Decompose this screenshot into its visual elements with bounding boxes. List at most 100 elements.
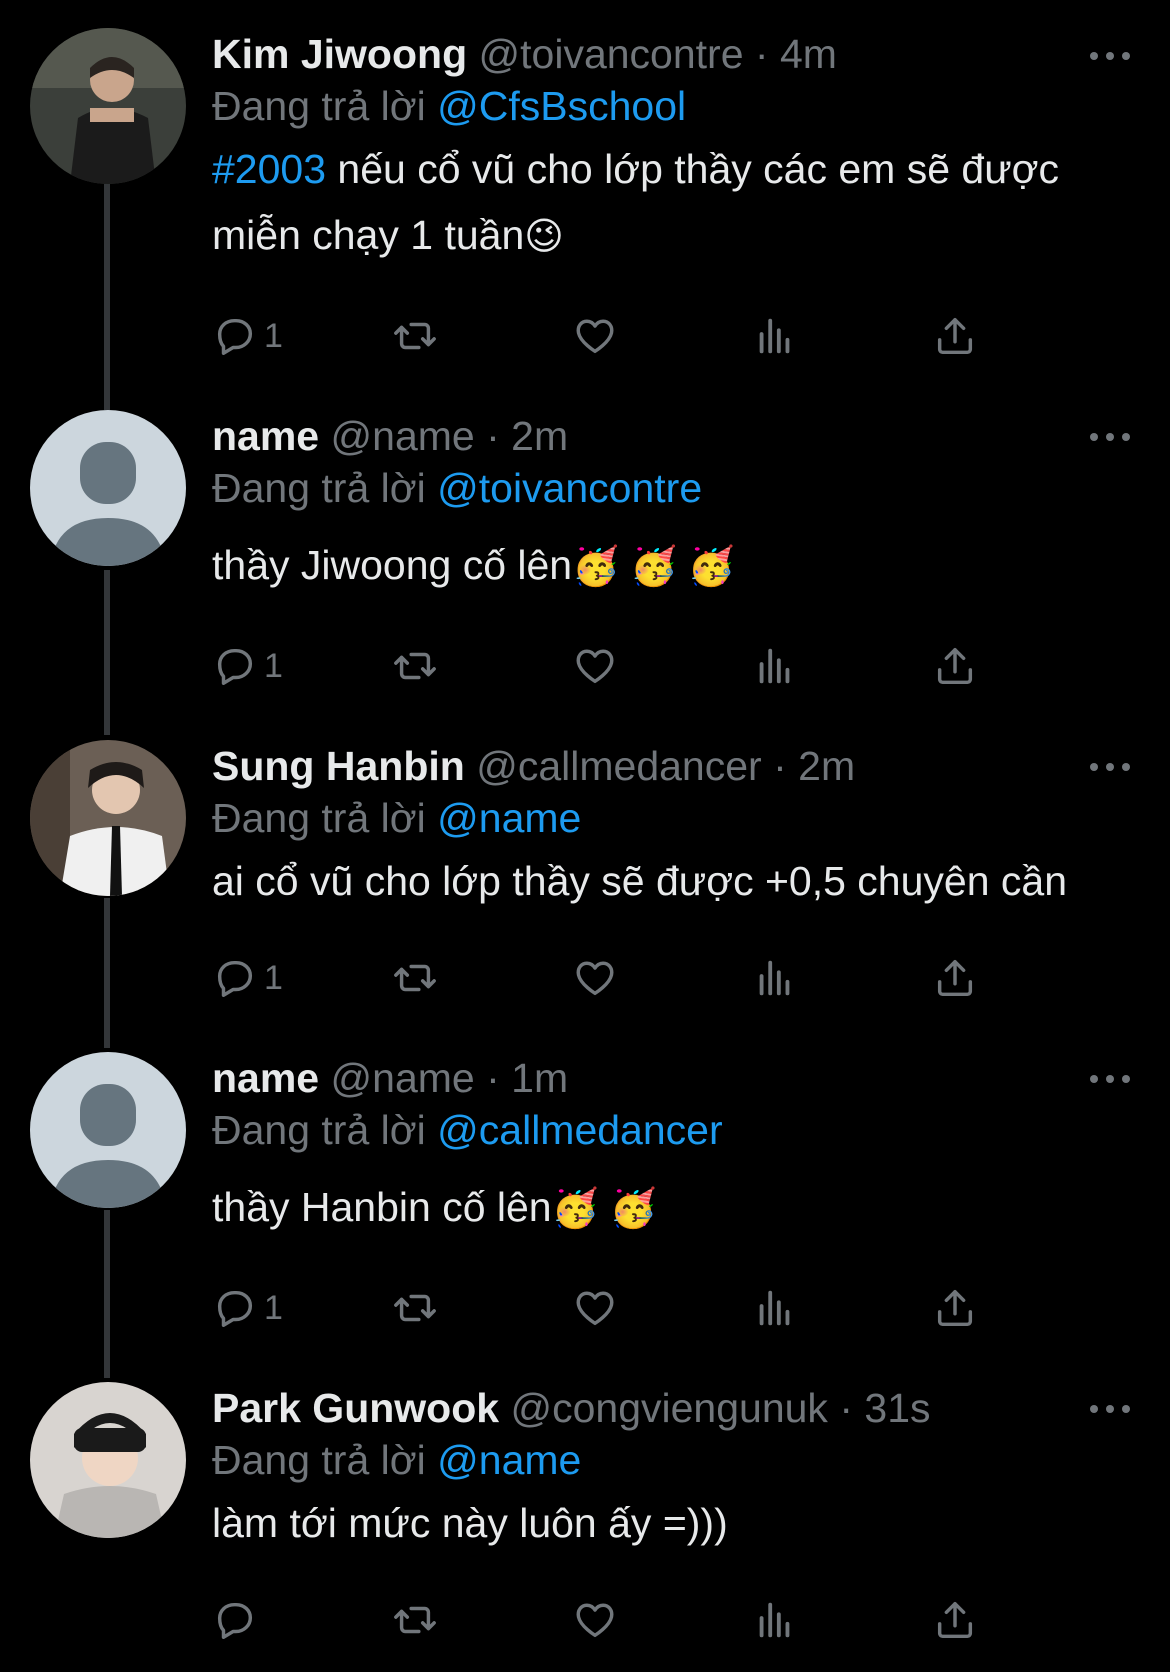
tweet-header: Park Gunwook @congviengunuk · 31s bbox=[212, 1382, 1130, 1434]
retweet-button[interactable] bbox=[392, 1594, 438, 1646]
tweet-text: ai cổ vũ cho lớp thầy sẽ được +0,5 chuyê… bbox=[212, 848, 1130, 914]
display-name[interactable]: Park Gunwook bbox=[212, 1385, 499, 1431]
like-button[interactable] bbox=[572, 1282, 618, 1334]
views-button[interactable] bbox=[752, 640, 798, 692]
views-button[interactable] bbox=[752, 1282, 798, 1334]
share-button[interactable] bbox=[932, 952, 978, 1004]
replying-to: Đang trả lời @toivancontre bbox=[212, 462, 1130, 514]
username[interactable]: @callmedancer bbox=[476, 743, 761, 789]
share-icon bbox=[937, 317, 973, 355]
username[interactable]: @toivancontre bbox=[479, 31, 744, 77]
avatar[interactable] bbox=[30, 28, 186, 184]
avatar[interactable] bbox=[30, 410, 186, 566]
mention-link[interactable]: @CfsBschool bbox=[437, 83, 686, 129]
tweet-text: thầy Jiwoong cố lên🥳 🥳 🥳 bbox=[212, 532, 1130, 600]
timestamp[interactable]: 2m bbox=[798, 743, 855, 789]
replying-to-label: Đang trả lời bbox=[212, 465, 426, 511]
username[interactable]: @name bbox=[331, 1055, 475, 1101]
default-avatar-icon bbox=[30, 410, 186, 566]
share-icon bbox=[937, 1289, 973, 1327]
share-button[interactable] bbox=[932, 1594, 978, 1646]
retweet-button[interactable] bbox=[392, 640, 438, 692]
display-name[interactable]: name bbox=[212, 1055, 319, 1101]
share-button[interactable] bbox=[932, 640, 978, 692]
avatar[interactable] bbox=[30, 1052, 186, 1208]
share-icon bbox=[937, 1601, 973, 1639]
separator-dot: · bbox=[773, 743, 787, 789]
reply-count: 1 bbox=[264, 958, 283, 997]
more-options-icon[interactable] bbox=[1090, 46, 1130, 66]
retweet-icon bbox=[394, 1294, 436, 1322]
reply-icon bbox=[217, 1602, 253, 1639]
replying-to-label: Đang trả lời bbox=[212, 1437, 426, 1483]
timestamp[interactable]: 4m bbox=[780, 31, 837, 77]
timestamp[interactable]: 31s bbox=[864, 1385, 930, 1431]
display-name[interactable]: name bbox=[212, 413, 319, 459]
share-button[interactable] bbox=[932, 1282, 978, 1334]
views-icon bbox=[759, 1602, 790, 1638]
more-options-icon[interactable] bbox=[1090, 1399, 1130, 1419]
mention-link[interactable]: @name bbox=[437, 1437, 581, 1483]
retweet-button[interactable] bbox=[392, 310, 438, 362]
display-name[interactable]: Kim Jiwoong bbox=[212, 31, 467, 77]
like-button[interactable] bbox=[572, 640, 618, 692]
like-icon bbox=[576, 1603, 614, 1638]
views-icon bbox=[759, 960, 790, 996]
more-options-icon[interactable] bbox=[1090, 757, 1130, 777]
retweet-icon bbox=[394, 652, 436, 680]
action-bar: 1 bbox=[212, 310, 1042, 362]
replying-to: Đang trả lời @CfsBschool bbox=[212, 80, 1130, 132]
tweet-body: làm tới mức này luôn ấy =))) bbox=[212, 1500, 728, 1546]
retweet-button[interactable] bbox=[392, 952, 438, 1004]
username[interactable]: @name bbox=[331, 413, 475, 459]
thread-line bbox=[104, 898, 110, 1048]
like-button[interactable] bbox=[572, 1594, 618, 1646]
avatar[interactable] bbox=[30, 1382, 186, 1538]
timestamp[interactable]: 2m bbox=[511, 413, 568, 459]
like-button[interactable] bbox=[572, 310, 618, 362]
more-options-icon[interactable] bbox=[1090, 427, 1130, 447]
reply-button[interactable]: 1 bbox=[212, 952, 283, 1004]
separator-dot: · bbox=[754, 31, 769, 77]
display-name[interactable]: Sung Hanbin bbox=[212, 743, 465, 789]
tweet-body: thầy Hanbin cố lên bbox=[212, 1184, 552, 1230]
reply-button[interactable]: 1 bbox=[212, 1282, 283, 1334]
tweet-text: làm tới mức này luôn ấy =))) bbox=[212, 1490, 1130, 1556]
retweet-icon bbox=[394, 1606, 436, 1634]
views-button[interactable] bbox=[752, 952, 798, 1004]
tweet-header: Kim Jiwoong @toivancontre · 4m bbox=[212, 28, 1130, 80]
share-button[interactable] bbox=[932, 310, 978, 362]
like-icon bbox=[576, 961, 614, 996]
more-options-icon[interactable] bbox=[1090, 1069, 1130, 1089]
share-icon bbox=[937, 647, 973, 685]
reply-button[interactable] bbox=[212, 1594, 264, 1646]
reply-count: 1 bbox=[264, 316, 283, 355]
retweet-icon bbox=[394, 964, 436, 992]
mention-link[interactable]: @name bbox=[437, 795, 581, 841]
action-bar: 1 bbox=[212, 640, 1042, 692]
reply-icon bbox=[217, 1290, 253, 1327]
reply-count: 1 bbox=[264, 1288, 283, 1327]
replying-to-label: Đang trả lời bbox=[212, 795, 426, 841]
like-button[interactable] bbox=[572, 952, 618, 1004]
timestamp[interactable]: 1m bbox=[511, 1055, 568, 1101]
reply-count: 1 bbox=[264, 646, 283, 685]
replying-to: Đang trả lời @callmedancer bbox=[212, 1104, 1130, 1156]
like-icon bbox=[576, 649, 614, 684]
views-button[interactable] bbox=[752, 1594, 798, 1646]
thread-line bbox=[104, 184, 110, 410]
reply-button[interactable]: 1 bbox=[212, 640, 283, 692]
mention-link[interactable]: @toivancontre bbox=[437, 465, 702, 511]
views-button[interactable] bbox=[752, 310, 798, 362]
mention-link[interactable]: @callmedancer bbox=[437, 1107, 722, 1153]
username[interactable]: @congviengunuk bbox=[510, 1385, 827, 1431]
avatar[interactable] bbox=[30, 740, 186, 896]
avatar-photo bbox=[30, 740, 186, 896]
action-bar: 1 bbox=[212, 1282, 1042, 1334]
retweet-button[interactable] bbox=[392, 1282, 438, 1334]
reply-button[interactable]: 1 bbox=[212, 310, 283, 362]
tweet-body: nếu cổ vũ cho lớp thầy các em sẽ được mi… bbox=[212, 146, 1060, 258]
tweet-body: thầy Jiwoong cố lên bbox=[212, 542, 573, 588]
replying-to-label: Đang trả lời bbox=[212, 83, 426, 129]
hashtag-link[interactable]: #2003 bbox=[212, 146, 326, 192]
